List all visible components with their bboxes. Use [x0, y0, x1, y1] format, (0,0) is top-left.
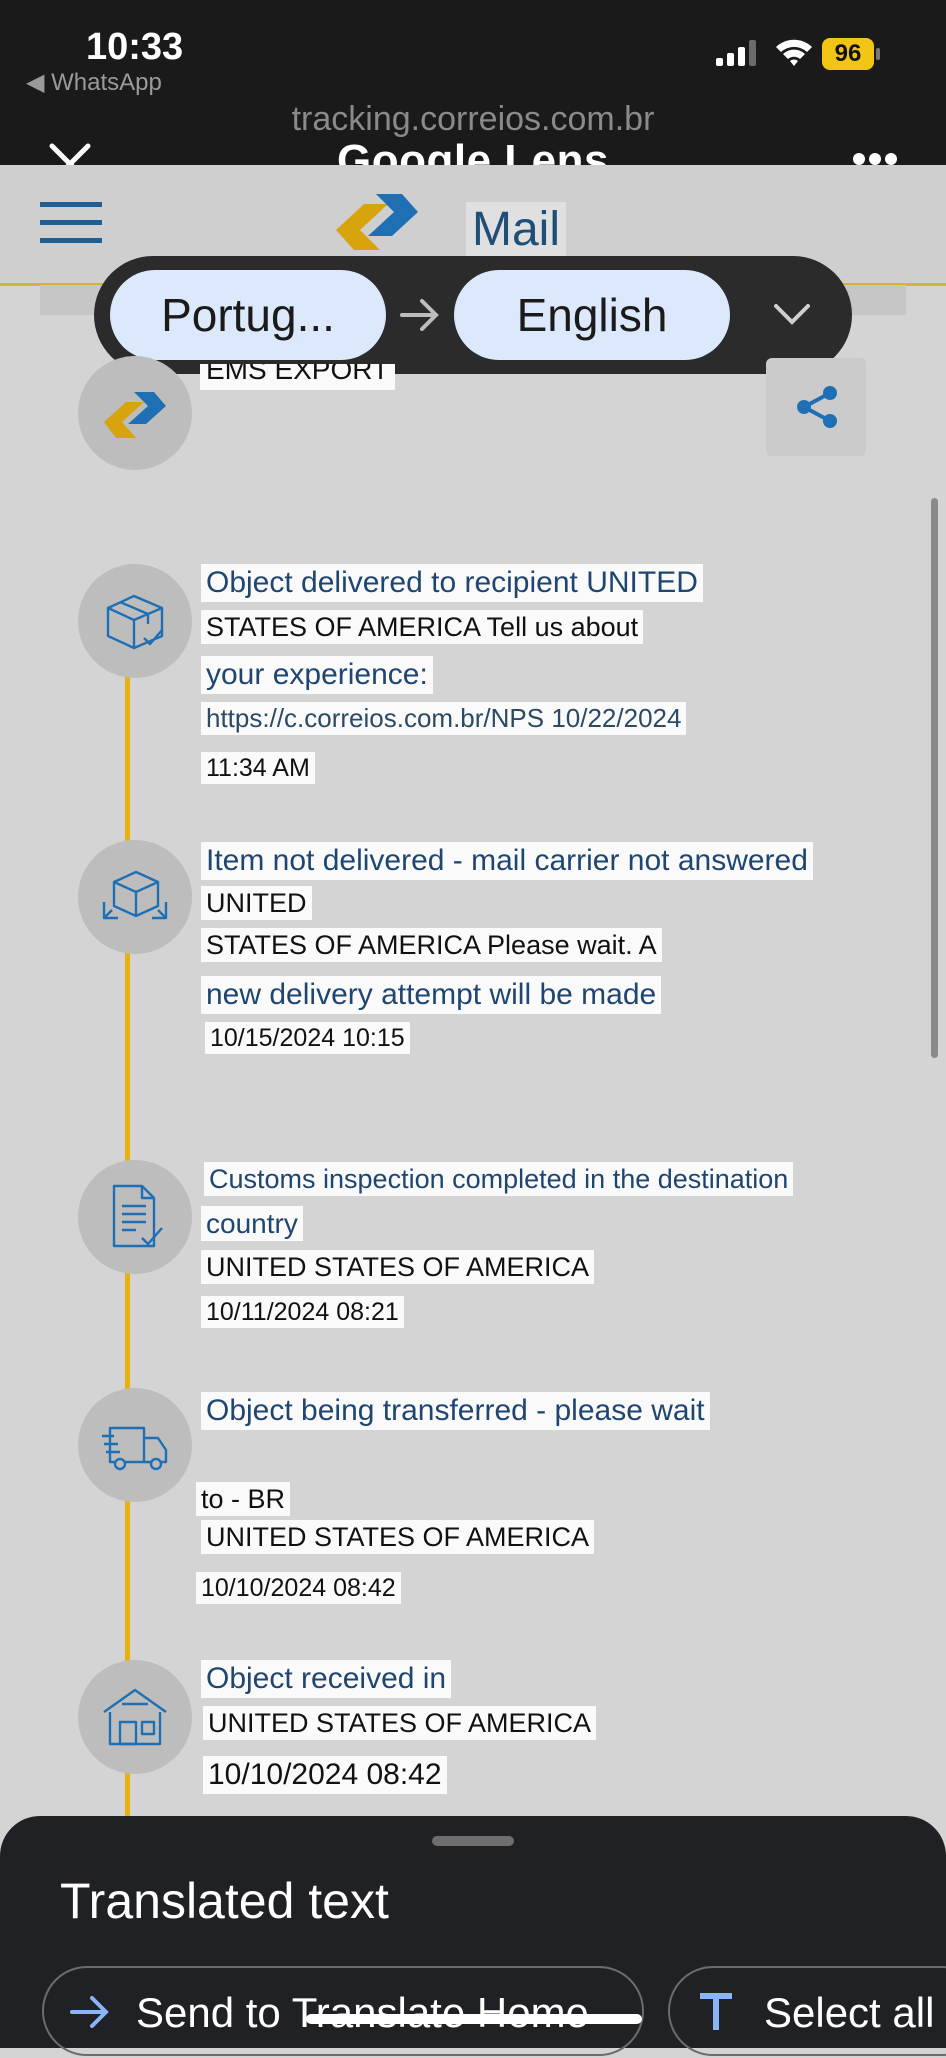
- scrollbar[interactable]: [931, 498, 938, 1058]
- site-title: Mail: [466, 202, 567, 257]
- text-format-icon: [700, 1993, 732, 2030]
- service-type-label: EMS EXPORT: [200, 364, 396, 390]
- event-icon-circle: [78, 1660, 192, 1774]
- wifi-icon: [776, 39, 812, 66]
- target-language-button[interactable]: English: [454, 270, 730, 360]
- event-icon-circle: [78, 1388, 192, 1502]
- cellular-signal-icon: [716, 40, 756, 66]
- nps-link[interactable]: https://c.correios.com.br/NPS 10/22/2024: [201, 702, 687, 736]
- event-detail: to - BR: [196, 1482, 291, 1517]
- event-detail: your experience:: [201, 656, 433, 694]
- package-delivered-icon: [106, 594, 164, 650]
- delivery-truck-icon: [102, 1426, 168, 1471]
- share-icon: [797, 386, 837, 428]
- select-all-button[interactable]: Select all: [668, 1966, 946, 2056]
- sheet-title: Translated text: [60, 1873, 389, 1929]
- status-time: 10:33: [86, 26, 184, 68]
- back-to-app-link[interactable]: ◀ WhatsApp: [26, 68, 162, 97]
- arrow-right-icon: [400, 299, 439, 331]
- sheet-drag-handle[interactable]: [432, 1836, 514, 1846]
- chevron-down-icon[interactable]: [768, 296, 816, 332]
- send-to-translate-label: Send to Translate Home: [136, 1989, 589, 2036]
- event-title: Item not delivered - mail carrier not an…: [201, 842, 813, 880]
- event-time: 10/11/2024 08:21: [201, 1296, 404, 1328]
- header-logo-circle: [78, 356, 192, 470]
- correios-logo-icon: [336, 194, 418, 250]
- battery-indicator: 96: [822, 38, 882, 70]
- event-detail: UNITED STATES OF AMERICA: [201, 1520, 595, 1555]
- event-detail: new delivery attempt will be made: [201, 976, 662, 1014]
- package-return-icon: [102, 870, 168, 920]
- event-detail: UNITED STATES OF AMERICA: [203, 1706, 597, 1741]
- source-language-button[interactable]: Portug...: [110, 270, 386, 360]
- menu-icon[interactable]: [40, 200, 102, 244]
- event-detail: STATES OF AMERICA Please wait. A: [201, 928, 662, 963]
- event-time: 11:34 AM: [201, 752, 315, 784]
- arrow-right-icon: [70, 1996, 109, 2028]
- select-all-label: Select all: [764, 1989, 935, 2036]
- event-detail: UNITED: [201, 886, 312, 921]
- event-icon-circle: [78, 564, 192, 678]
- page-url: tracking.correios.com.br: [291, 100, 655, 138]
- share-button[interactable]: [766, 358, 866, 456]
- warehouse-icon: [103, 1688, 167, 1746]
- event-title: Customs inspection completed in the dest…: [204, 1162, 794, 1197]
- event-icon-circle: [78, 840, 192, 954]
- event-icon-circle: [78, 1160, 192, 1274]
- event-title: Object delivered to recipient UNITED: [201, 564, 703, 602]
- event-detail: STATES OF AMERICA Tell us about: [201, 610, 644, 645]
- battery-level: 96: [822, 38, 874, 70]
- event-time: 10/10/2024 08:42: [196, 1572, 401, 1604]
- event-detail: UNITED STATES OF AMERICA: [201, 1250, 595, 1285]
- document-check-icon: [112, 1184, 163, 1248]
- event-time: 10/10/2024 08:42: [203, 1756, 447, 1794]
- correios-logo-icon: [104, 392, 166, 438]
- event-title: Object being transferred - please wait: [201, 1392, 710, 1430]
- event-title: Object received in: [201, 1660, 452, 1698]
- event-title: country: [201, 1206, 303, 1242]
- home-indicator[interactable]: [306, 2014, 642, 2024]
- send-to-translate-button[interactable]: Send to Translate Home: [42, 1966, 644, 2056]
- event-time: 10/15/2024 10:15: [205, 1022, 410, 1054]
- more-options-icon[interactable]: [852, 152, 898, 166]
